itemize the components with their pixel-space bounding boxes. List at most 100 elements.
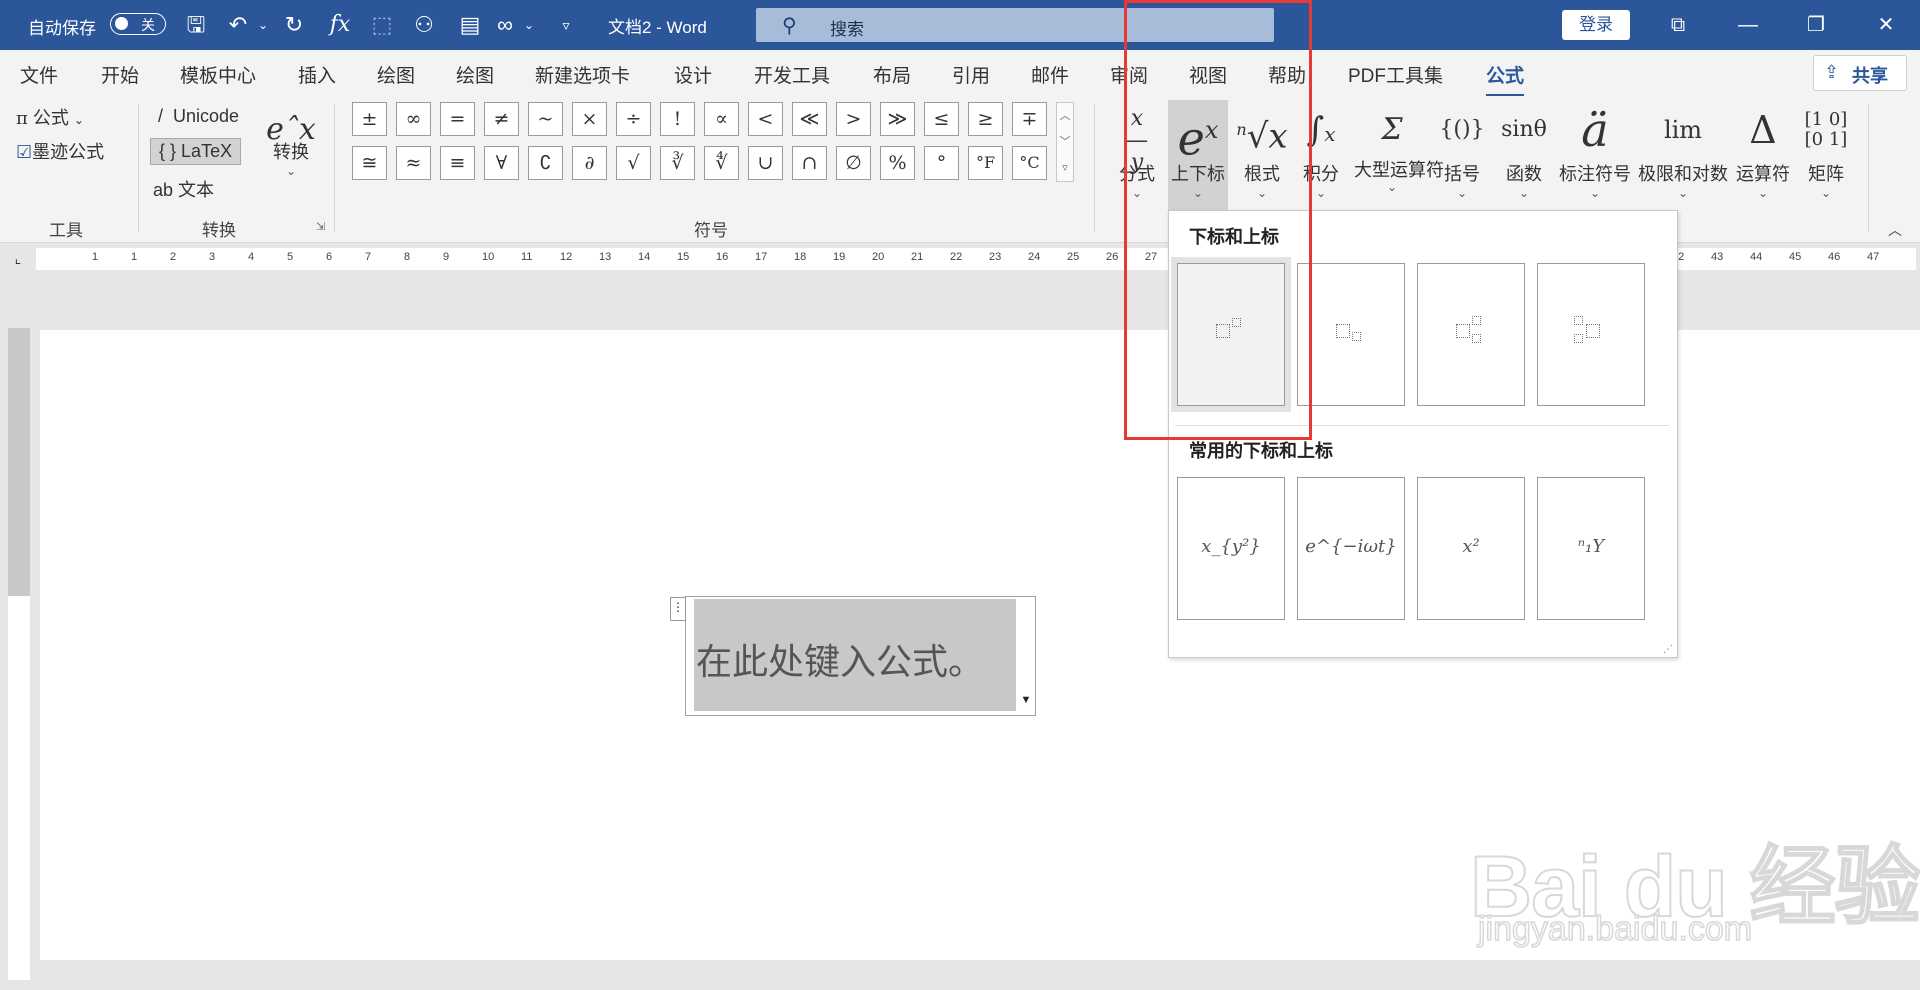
- infinity-dropdown-icon[interactable]: ⌄: [522, 12, 536, 38]
- subscript-template[interactable]: [1297, 263, 1405, 406]
- select-icon[interactable]: ⬚: [368, 12, 396, 38]
- symbol-equals[interactable]: =: [440, 102, 475, 136]
- common-script-x-y2[interactable]: x_{y²}: [1177, 477, 1285, 620]
- symbol-approx[interactable]: ≈: [396, 146, 431, 180]
- symbol-less-than[interactable]: <: [748, 102, 783, 136]
- accent-icon: ä: [1581, 103, 1609, 157]
- function-button[interactable]: sinθ 函数 ⌄: [1496, 100, 1552, 200]
- login-button[interactable]: 登录: [1562, 10, 1630, 40]
- resize-grip-icon[interactable]: ⋰: [1663, 644, 1673, 655]
- unicode-button[interactable]: / Unicode: [158, 106, 239, 127]
- text-button[interactable]: ab 文本: [153, 176, 214, 202]
- large-operator-button[interactable]: Σ 大型运算符 ⌄: [1354, 100, 1444, 194]
- common-script-e-iwt[interactable]: e^{−iωt}: [1297, 477, 1405, 620]
- undo-dropdown-icon[interactable]: ⌄: [256, 12, 270, 38]
- save-icon[interactable]: 🖫: [182, 12, 210, 38]
- symbol-less-equal[interactable]: ≤: [924, 102, 959, 136]
- formula-button[interactable]: π 公式 ⌄: [16, 104, 84, 130]
- equation-options-icon[interactable]: ▼: [1018, 694, 1034, 714]
- symbol-minus-plus[interactable]: ∓: [1012, 102, 1047, 136]
- symbol-divide[interactable]: ÷: [616, 102, 651, 136]
- symbol-much-less[interactable]: ≪: [792, 102, 827, 136]
- symbol-fahrenheit[interactable]: °F: [968, 146, 1003, 180]
- symbol-greater-equal[interactable]: ≥: [968, 102, 1003, 136]
- collapse-ribbon-icon[interactable]: ︿: [1888, 220, 1902, 240]
- limit-log-button[interactable]: lim 极限和对数 ⌄: [1636, 100, 1730, 200]
- tab-draw-2[interactable]: 绘图: [456, 61, 494, 88]
- org-chart-icon[interactable]: ⚇: [410, 12, 438, 38]
- symbol-much-greater[interactable]: ≫: [880, 102, 915, 136]
- tab-mailings[interactable]: 邮件: [1031, 61, 1069, 88]
- sub-superscript-template[interactable]: [1417, 263, 1525, 406]
- symbol-partial[interactable]: ∂: [572, 146, 607, 180]
- symbol-not-equal[interactable]: ≠: [484, 102, 519, 136]
- symbol-congruent[interactable]: ≅: [352, 146, 387, 180]
- function-icon[interactable]: fx: [326, 12, 354, 38]
- equation-box[interactable]: ⋮ 在此处键入公式。 ▼: [670, 596, 1036, 716]
- gallery-scroll[interactable]: ︿ ﹀ ▿: [1056, 102, 1074, 182]
- toggle-knob: [115, 17, 128, 30]
- close-icon[interactable]: ✕: [1866, 8, 1906, 42]
- symbol-factorial[interactable]: !: [660, 102, 695, 136]
- tab-file[interactable]: 文件: [20, 61, 58, 88]
- symbol-infinity[interactable]: ∞: [396, 102, 431, 136]
- matrix-button[interactable]: [1 0] [0 1] 矩阵 ⌄: [1796, 100, 1856, 201]
- symbol-plus-minus[interactable]: ±: [352, 102, 387, 136]
- dialog-launcher-icon[interactable]: ⇲: [316, 220, 325, 233]
- tab-insert[interactable]: 插入: [298, 61, 336, 88]
- symbol-celsius[interactable]: °C: [1012, 146, 1047, 180]
- symbol-proportional[interactable]: ∝: [704, 102, 739, 136]
- symbol-union[interactable]: ∪: [748, 146, 783, 180]
- symbol-for-all[interactable]: ∀: [484, 146, 519, 180]
- ink-equation-button[interactable]: ☑墨迹公式: [16, 138, 104, 164]
- tab-draw[interactable]: 绘图: [377, 61, 415, 88]
- gallery-more-icon[interactable]: ▿: [1057, 155, 1073, 181]
- tab-equation[interactable]: 公式: [1486, 61, 1525, 97]
- tab-layout[interactable]: 布局: [873, 61, 911, 88]
- restore-icon[interactable]: ❐: [1796, 8, 1836, 42]
- bracket-button[interactable]: {()} 括号 ⌄: [1436, 100, 1488, 200]
- tab-pdf-tools[interactable]: PDF工具集: [1348, 61, 1443, 88]
- customize-toolbar-icon[interactable]: ▿: [556, 12, 576, 38]
- tab-references[interactable]: 引用: [952, 61, 990, 88]
- tab-new[interactable]: 新建选项卡: [535, 61, 630, 88]
- tab-home[interactable]: 开始: [101, 61, 139, 88]
- symbol-intersection[interactable]: ∩: [792, 146, 827, 180]
- tab-selector-icon[interactable]: ⌞: [6, 250, 30, 272]
- share-button[interactable]: ⇪ 共享: [1813, 55, 1907, 91]
- ruler-number: 2: [170, 251, 177, 263]
- scroll-up-icon[interactable]: ︿: [1057, 103, 1073, 129]
- infinity-icon[interactable]: ∞: [490, 12, 520, 38]
- accent-button[interactable]: ä 标注符号 ⌄: [1558, 100, 1632, 200]
- minimize-icon[interactable]: —: [1728, 8, 1768, 42]
- document-icon[interactable]: ▤: [456, 12, 484, 38]
- operator-button[interactable]: Δ 运算符 ⌄: [1732, 100, 1794, 200]
- drag-handle-icon[interactable]: ⋮: [670, 597, 686, 621]
- common-script-n1y[interactable]: ⁿ₁Y: [1537, 477, 1645, 620]
- vertical-ruler[interactable]: [8, 328, 30, 980]
- common-script-x2[interactable]: x²: [1417, 477, 1525, 620]
- equation-placeholder[interactable]: 在此处键入公式。: [696, 633, 984, 685]
- symbol-tilde[interactable]: ~: [528, 102, 563, 136]
- symbol-degree[interactable]: °: [924, 146, 959, 180]
- symbol-cube-root[interactable]: ∛: [660, 146, 695, 180]
- left-sub-superscript-template[interactable]: [1537, 263, 1645, 406]
- symbol-greater-than[interactable]: >: [836, 102, 871, 136]
- ribbon-display-icon[interactable]: ⧉: [1658, 8, 1698, 42]
- redo-icon[interactable]: ↻: [280, 12, 308, 38]
- tab-templates[interactable]: 模板中心: [180, 61, 256, 88]
- undo-icon[interactable]: ↶: [224, 12, 252, 38]
- tab-design[interactable]: 设计: [674, 61, 712, 88]
- symbol-empty-set[interactable]: ∅: [836, 146, 871, 180]
- symbol-identical[interactable]: ≡: [440, 146, 475, 180]
- scroll-down-icon[interactable]: ﹀: [1057, 129, 1073, 155]
- symbol-percent[interactable]: %: [880, 146, 915, 180]
- latex-button[interactable]: { } LaTeX: [150, 138, 242, 165]
- tab-developer[interactable]: 开发工具: [754, 61, 830, 88]
- symbol-complement[interactable]: ∁: [528, 146, 563, 180]
- convert-button[interactable]: eˆx 转换 ⌄: [264, 100, 318, 178]
- autosave-toggle[interactable]: 关: [110, 13, 166, 35]
- symbol-sqrt[interactable]: √: [616, 146, 651, 180]
- symbol-fourth-root[interactable]: ∜: [704, 146, 739, 180]
- symbol-times[interactable]: ×: [572, 102, 607, 136]
